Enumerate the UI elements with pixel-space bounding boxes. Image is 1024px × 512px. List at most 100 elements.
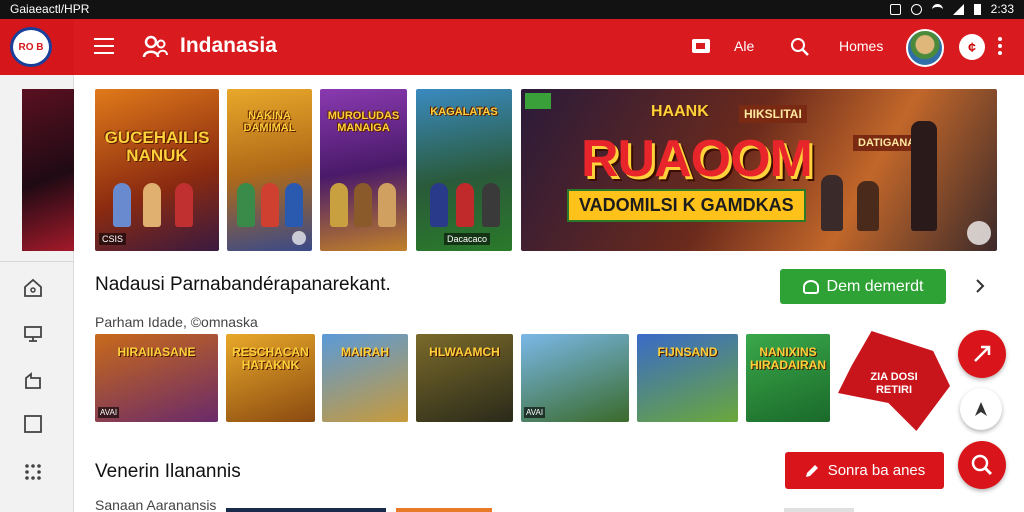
apps-grid-icon[interactable]: [22, 461, 44, 483]
game-banner[interactable]: NAKINA DAMIMAL: [227, 89, 312, 251]
account-menu-button[interactable]: ¢: [959, 34, 985, 60]
download-icon: [802, 279, 819, 294]
flag-icon[interactable]: [692, 39, 710, 53]
download-icon[interactable]: [292, 231, 306, 245]
game-banner-title: KAGALATAS: [430, 106, 498, 118]
game-thumbnail-badge: AVAI: [524, 407, 546, 418]
account-menu-glyph: ¢: [968, 39, 976, 55]
section-subtitle: Sanaan Aaranansis: [95, 497, 217, 512]
game-thumbnail[interactable]: MAIRAH: [322, 334, 408, 422]
section-subtitle: Parham Idade, ©omnaska: [95, 314, 258, 330]
promo-line: ZIA DOSI: [870, 371, 918, 383]
character-art: [430, 183, 448, 227]
featured-hero-banner[interactable]: HAANK HIKSLITAI DATIGANALA RUAOOM VADOMI…: [521, 89, 997, 251]
clock: 2:33: [990, 2, 1014, 16]
main-content: GUCEHAILIS NANUK CSIS NAKINA DAMIMAL MUR…: [74, 75, 1024, 512]
character-art: [821, 175, 843, 231]
game-thumbnail-title: RESCHACAN HATAKNK: [232, 345, 309, 373]
character-art: [143, 183, 161, 227]
people-icon: [142, 35, 168, 58]
character-art: [330, 183, 348, 227]
share-fab[interactable]: [958, 330, 1006, 378]
wifi-icon: [931, 3, 943, 15]
alarm-icon: [910, 3, 922, 15]
download-button[interactable]: Dem demerdt: [780, 269, 946, 304]
character-art: [354, 183, 372, 227]
game-banner[interactable]: KAGALATAS Dacacaco: [416, 89, 512, 251]
character-art: [378, 183, 396, 227]
game-thumbnail[interactable]: NANIXINS HIRADAIRAN: [746, 334, 830, 422]
app-header: RO B Indanasia Ale Homes ¢: [0, 19, 1024, 75]
game-thumbnail[interactable]: [226, 508, 386, 512]
game-banner-title: GUCEHAILIS NANUK: [104, 128, 210, 165]
game-banner[interactable]: GUCEHAILIS NANUK CSIS: [95, 89, 219, 251]
header-bar: Indanasia Ale Homes ¢: [74, 19, 1024, 75]
game-thumbnail[interactable]: [396, 508, 492, 512]
character-art: [482, 183, 500, 227]
hero-subtitle: VADOMILSI K GAMDKAS: [567, 189, 806, 222]
left-rail: [0, 75, 74, 512]
store-icon[interactable]: [22, 323, 44, 345]
search-icon: [971, 454, 993, 476]
game-banner-title: MUROLUDAS MANAIGA: [327, 110, 400, 134]
rail-preview-image[interactable]: [22, 89, 74, 251]
language-selector[interactable]: Ale: [734, 38, 754, 54]
game-thumbnail-title: FIJNSAND: [657, 345, 718, 359]
new-badge: [525, 93, 551, 109]
download-button-label: Dem demerdt: [826, 277, 924, 295]
game-thumbnail-title: HLWAAMCH: [429, 345, 500, 359]
hero-tag: HIKSLITAI: [739, 105, 807, 123]
game-banner-badge: Dacacaco: [444, 233, 491, 245]
notification-icon: [889, 3, 901, 15]
character-art: [175, 183, 193, 227]
see-all-button-label: Sonra ba anes: [827, 462, 926, 479]
game-thumbnail[interactable]: RESCHACAN HATAKNK: [226, 334, 315, 422]
pencil-icon: [805, 464, 818, 477]
see-all-button[interactable]: Sonra ba anes: [785, 452, 944, 489]
navigate-fab[interactable]: [960, 388, 1002, 430]
search-icon[interactable]: [790, 37, 810, 57]
navigation-arrow-icon: [975, 402, 987, 416]
game-thumbnail[interactable]: [784, 508, 854, 512]
game-banner-badge: CSIS: [99, 233, 127, 245]
promo-line: RETIRI: [875, 384, 913, 397]
share-icon: [974, 345, 991, 362]
character-art: [261, 183, 279, 227]
rail-divider: [0, 261, 74, 262]
character-art: [285, 183, 303, 227]
game-thumbnail[interactable]: AVAI: [521, 334, 629, 422]
avatar[interactable]: [906, 29, 944, 67]
game-thumbnail[interactable]: FIJNSAND: [637, 334, 738, 422]
status-bar-text: Gaiaeactl/HPR: [10, 2, 90, 16]
character-art: [113, 183, 131, 227]
character-art: [911, 121, 937, 231]
chevron-right-icon[interactable]: [972, 278, 988, 294]
hamburger-menu-icon[interactable]: [94, 38, 114, 54]
app-logo[interactable]: RO B: [10, 27, 52, 67]
character-art: [857, 181, 879, 231]
game-thumbnail-title: NANIXINS HIRADAIRAN: [750, 345, 826, 373]
game-thumbnail-badge: AVAI: [98, 407, 120, 418]
home-icon[interactable]: [22, 277, 44, 299]
game-banner-title: NAKINA DAMIMAL: [243, 110, 296, 134]
hero-brand: HAANK: [651, 103, 709, 120]
character-art: [456, 183, 474, 227]
app-title: Indanasia: [180, 34, 277, 57]
game-banner[interactable]: MUROLUDAS MANAIGA: [320, 89, 407, 251]
more-options-icon[interactable]: [998, 37, 1004, 57]
game-thumbnail[interactable]: HIRAIIASANE AVAI: [95, 334, 218, 422]
library-icon[interactable]: [22, 369, 44, 391]
game-thumbnail-title: HIRAIIASANE: [117, 345, 196, 359]
app-logo-text: RO B: [18, 41, 44, 53]
promo-text: ZIA DOSI RETIRI: [844, 371, 944, 397]
status-bar-indicators: 2:33: [889, 2, 1014, 16]
game-thumbnail[interactable]: HLWAAMCH: [416, 334, 513, 422]
character-art: [237, 183, 255, 227]
homes-link[interactable]: Homes: [839, 38, 883, 54]
battery-icon: [973, 3, 981, 15]
search-fab[interactable]: [958, 441, 1006, 489]
game-thumbnail-title: MAIRAH: [341, 345, 389, 359]
download-icon[interactable]: [967, 221, 991, 245]
square-icon[interactable]: [22, 413, 44, 435]
section-title: Venerin Ilanannis: [95, 461, 241, 482]
